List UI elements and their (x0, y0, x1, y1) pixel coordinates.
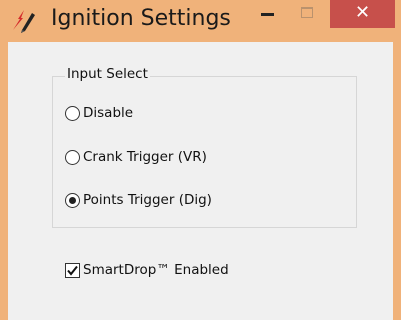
radio-button[interactable] (65, 105, 80, 121)
maximize-icon (301, 7, 313, 18)
ignition-settings-window: Ignition Settings ✕ Input Select Disable… (0, 0, 401, 320)
smartdrop-checkbox[interactable] (65, 262, 80, 278)
maximize-button[interactable] (292, 0, 322, 28)
radio-label: Crank Trigger (VR) (83, 149, 207, 165)
close-button[interactable]: ✕ (330, 0, 395, 28)
checkmark-icon (67, 265, 78, 276)
title-bar[interactable]: Ignition Settings ✕ (0, 0, 401, 42)
radio-label: Disable (83, 105, 134, 121)
minimize-icon (261, 13, 274, 16)
close-icon: ✕ (354, 2, 371, 23)
radio-button-selected[interactable] (65, 192, 80, 208)
minimize-button[interactable] (252, 0, 284, 28)
input-select-title: Input Select (65, 66, 150, 82)
radio-points-trigger[interactable]: Points Trigger (Dig) (65, 190, 212, 210)
radio-disable[interactable]: Disable (65, 103, 133, 123)
window-title: Ignition Settings (51, 6, 231, 31)
radio-crank-trigger[interactable]: Crank Trigger (VR) (65, 147, 207, 167)
smartdrop-label: SmartDrop™ Enabled (83, 262, 229, 278)
dialog-client-area: Input Select Disable Crank Trigger (VR) … (8, 42, 393, 320)
smartdrop-checkbox-row[interactable]: SmartDrop™ Enabled (65, 260, 229, 280)
radio-label: Points Trigger (Dig) (83, 192, 212, 208)
radio-button[interactable] (65, 149, 80, 165)
lightning-pen-icon (13, 10, 35, 33)
